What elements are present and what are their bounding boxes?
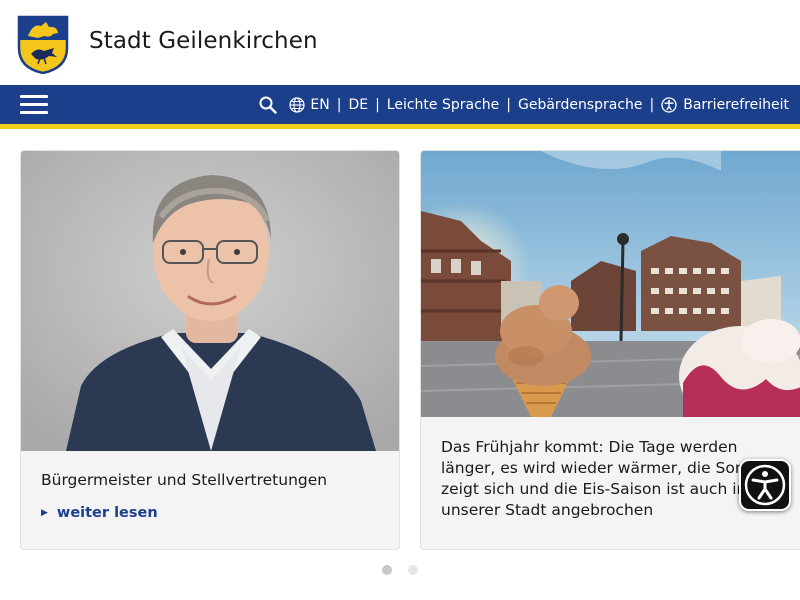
- read-more-link[interactable]: ▶ weiter lesen: [41, 505, 158, 521]
- read-more-label: weiter lesen: [56, 505, 158, 521]
- nav-separator: |: [649, 96, 655, 113]
- nav-separator: |: [506, 96, 511, 113]
- card-text[interactable]: Das Frühjahr kommt: Die Tage werden läng…: [441, 437, 781, 521]
- site-title[interactable]: Stadt Geilenkirchen: [89, 28, 318, 54]
- site-header: Stadt Geilenkirchen: [0, 0, 800, 85]
- card-title[interactable]: Bürgermeister und Stellvertretungen: [41, 471, 327, 489]
- mayor-card[interactable]: Bürgermeister und Stellvertretungen ▶ we…: [20, 150, 400, 550]
- sign-language-link[interactable]: Gebärdensprache: [518, 97, 643, 113]
- navbar-accent-stripe: [0, 124, 800, 129]
- ice-cream-photo: [421, 151, 800, 417]
- carousel-pagination: [0, 565, 800, 577]
- language-en-link[interactable]: EN: [310, 97, 329, 113]
- nav-separator: |: [336, 96, 342, 113]
- caret-right-icon: ▶: [41, 508, 48, 518]
- mayor-photo: [21, 151, 399, 451]
- accessibility-link[interactable]: Barrierefreiheit: [683, 97, 789, 113]
- accessibility-widget-button[interactable]: [739, 459, 791, 511]
- globe-icon: [289, 96, 305, 113]
- carousel-dot-1[interactable]: [382, 565, 392, 575]
- hamburger-menu-icon: [20, 95, 48, 98]
- nav-separator: |: [375, 96, 380, 113]
- hamburger-menu-button[interactable]: [20, 95, 48, 115]
- accessibility-icon: [661, 96, 677, 113]
- coat-of-arms-logo[interactable]: [16, 14, 70, 74]
- top-nav-links: EN | DE | Leichte Sprache | Gebärdenspra…: [259, 85, 789, 124]
- search-icon[interactable]: [259, 96, 278, 114]
- carousel-dot-2[interactable]: [408, 565, 418, 575]
- language-de-link[interactable]: DE: [348, 97, 368, 113]
- accessibility-widget-icon: [744, 464, 786, 506]
- easy-language-link[interactable]: Leichte Sprache: [387, 97, 499, 113]
